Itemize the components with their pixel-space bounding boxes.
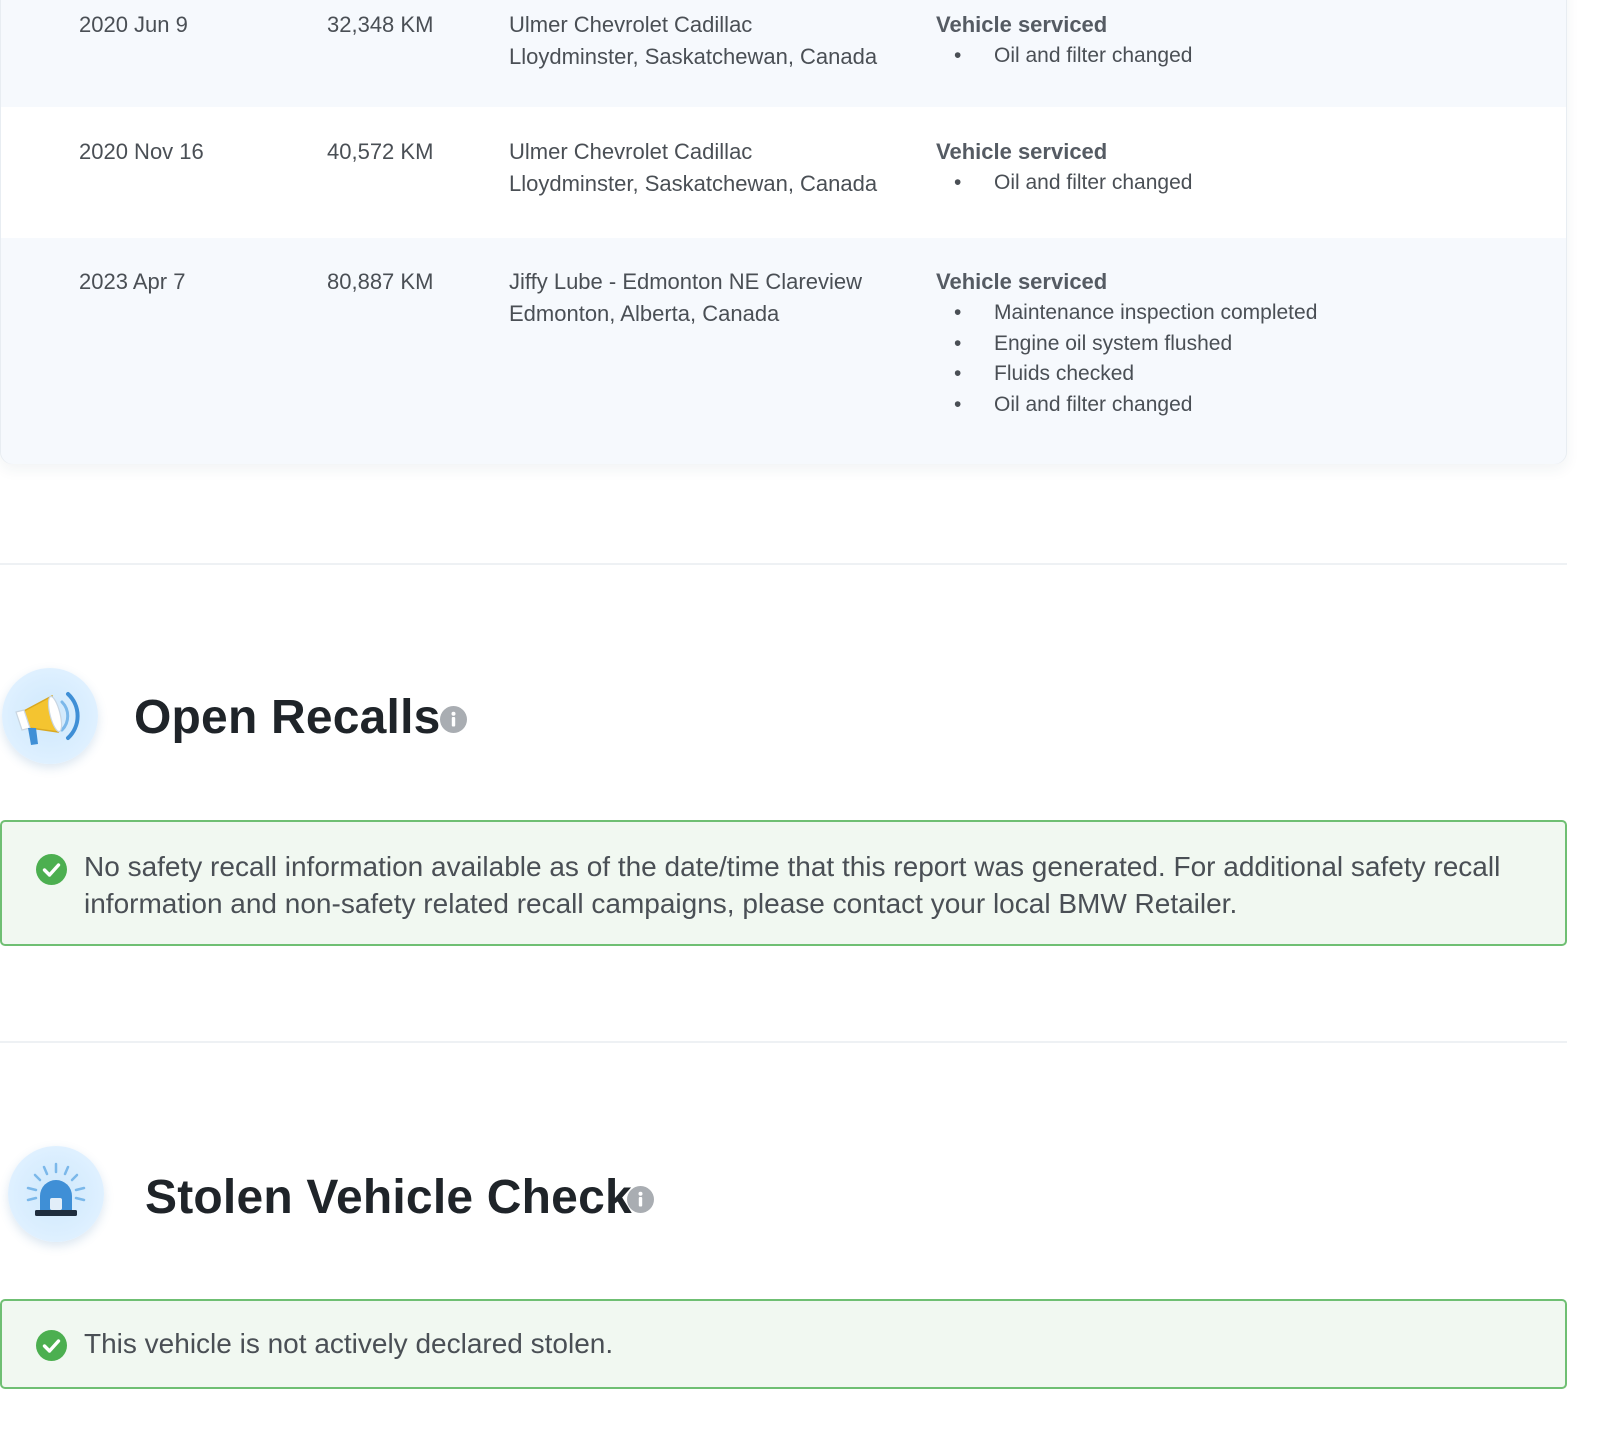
megaphone-icon — [2, 668, 98, 764]
service-details: Vehicle serviced • Oil and filter changed — [936, 9, 1536, 72]
service-details: Vehicle serviced • Oil and filter changed — [936, 136, 1536, 199]
service-details: Vehicle serviced • Maintenance inspection… — [936, 266, 1536, 420]
info-icon[interactable] — [627, 1186, 654, 1213]
work-item-text: Fluids checked — [994, 362, 1135, 385]
work-title: Vehicle serviced — [936, 139, 1108, 164]
stolen-message: This vehicle is not actively declared st… — [84, 1328, 614, 1359]
service-odometer: 40,572 KM — [327, 139, 434, 164]
bullet: • — [954, 171, 962, 194]
bullet: • — [954, 301, 962, 324]
work-item-text: Oil and filter changed — [994, 44, 1193, 67]
section-divider — [0, 563, 1567, 565]
location-city: Lloydminster, Saskatchewan, Canada — [509, 44, 878, 69]
location-name: Ulmer Chevrolet Cadillac — [509, 139, 753, 164]
recall-message: No safety recall information available a… — [84, 851, 1501, 919]
bullet: • — [954, 392, 962, 416]
service-odometer: 32,348 KM — [327, 12, 434, 37]
work-title: Vehicle serviced — [936, 269, 1108, 294]
location-city: Lloydminster, Saskatchewan, Canada — [509, 171, 878, 196]
list-item: • Oil and filter changed — [936, 41, 1536, 72]
table-row: 2023 Apr 7 80,887 KM Jiffy Lube - Edmont… — [1, 238, 1566, 464]
work-items: • Maintenance inspection completed • Engin… — [936, 298, 1536, 420]
list-item: • Maintenance inspection completed — [936, 298, 1536, 329]
table-row: 2020 Nov 16 40,572 KM Ulmer Chevrolet Ca… — [1, 107, 1566, 238]
check-circle-graphic — [36, 854, 67, 885]
list-item: • Fluids checked — [936, 359, 1536, 390]
bullet: • — [954, 362, 962, 385]
list-item: • Engine oil system flushed — [936, 329, 1536, 360]
location-name: Jiffy Lube - Edmonton NE Clareview — [509, 269, 862, 294]
siren-icon — [8, 1146, 104, 1242]
stolen-status-notice: This vehicle is not actively declared st… — [0, 1299, 1567, 1389]
bullet: • — [954, 44, 962, 67]
section-divider — [0, 1041, 1567, 1043]
megaphone-icon-graphic — [15, 692, 80, 745]
service-odometer: 80,887 KM — [327, 269, 434, 294]
work-item-text: Maintenance inspection completed — [994, 301, 1318, 324]
check-circle-graphic — [36, 1330, 67, 1361]
service-date: 2020 Jun 9 — [79, 12, 188, 37]
bullet: • — [954, 331, 962, 355]
work-item-text: Oil and filter changed — [994, 392, 1193, 416]
service-date: 2020 Nov 16 — [79, 139, 204, 164]
info-icon[interactable] — [440, 706, 467, 733]
info-icon-graphic — [627, 1186, 654, 1213]
work-title: Vehicle serviced — [936, 12, 1108, 37]
location-name: Ulmer Chevrolet Cadillac — [509, 12, 753, 37]
service-location: Jiffy Lube - Edmonton NE Clareview Edmon… — [509, 266, 862, 330]
service-date: 2023 Apr 7 — [79, 269, 186, 294]
list-item: • Oil and filter changed — [936, 390, 1536, 421]
info-icon-graphic — [440, 706, 467, 733]
work-items: • Oil and filter changed — [936, 168, 1536, 199]
siren-icon-graphic — [26, 1162, 86, 1216]
table-row: 2020 Jun 9 32,348 KM Ulmer Chevrolet Cad… — [1, 0, 1566, 107]
work-items: • Oil and filter changed — [936, 41, 1536, 72]
check-circle-icon — [36, 1330, 67, 1361]
page-title: Open Recalls — [134, 691, 441, 744]
recall-status-notice: No safety recall information available a… — [0, 820, 1567, 946]
location-city: Edmonton, Alberta, Canada — [509, 301, 780, 326]
check-circle-icon — [36, 854, 67, 885]
work-item-text: Engine oil system flushed — [994, 331, 1233, 355]
service-history-table: 2020 Jun 9 32,348 KM Ulmer Chevrolet Cad… — [0, 0, 1567, 464]
work-item-text: Oil and filter changed — [994, 171, 1193, 194]
service-location: Ulmer Chevrolet Cadillac Lloydminster, S… — [509, 9, 877, 73]
list-item: • Oil and filter changed — [936, 168, 1536, 199]
service-location: Ulmer Chevrolet Cadillac Lloydminster, S… — [509, 136, 877, 200]
page-title: Stolen Vehicle Check — [145, 1171, 632, 1224]
